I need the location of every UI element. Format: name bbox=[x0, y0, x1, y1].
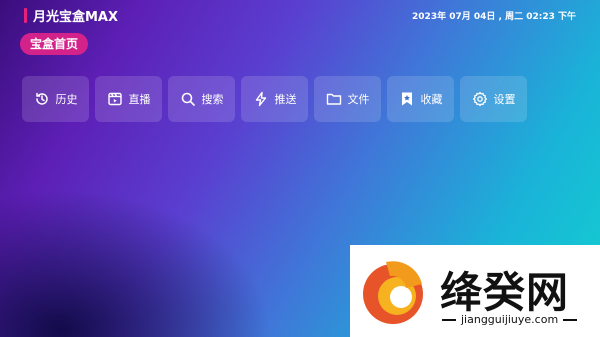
live-tv-icon bbox=[107, 91, 123, 107]
search-icon bbox=[180, 91, 196, 107]
top-bar: 月光宝盒MAX 2023年 07月 04日 , 周二 02:23 下午 bbox=[0, 0, 600, 30]
gear-icon bbox=[472, 91, 488, 107]
menu-item-label: 推送 bbox=[274, 93, 297, 106]
menu-item-label: 搜索 bbox=[201, 93, 224, 106]
watermark-title: 绛癸网 bbox=[440, 268, 570, 317]
watermark-url-text: jiangguijiuye.com bbox=[461, 313, 559, 326]
menu-item-label: 直播 bbox=[128, 93, 151, 106]
bookmark-star-icon bbox=[399, 91, 415, 107]
datetime-label: 2023年 07月 04日 , 周二 02:23 下午 bbox=[412, 12, 576, 22]
watermark-logo bbox=[363, 261, 423, 324]
menu-item-files[interactable]: 文件 bbox=[314, 76, 381, 122]
menu-item-label: 文件 bbox=[347, 93, 370, 106]
history-icon bbox=[34, 91, 50, 107]
folder-icon bbox=[326, 91, 342, 107]
home-screen: 月光宝盒MAX 2023年 07月 04日 , 周二 02:23 下午 宝盒首页… bbox=[0, 0, 600, 337]
menu-item-settings[interactable]: 设置 bbox=[460, 76, 527, 122]
menu-item-label: 历史 bbox=[55, 93, 78, 106]
watermark: 绛癸网 jiangguijiuye.com bbox=[350, 245, 600, 337]
watermark-url: jiangguijiuye.com bbox=[442, 313, 592, 326]
divider bbox=[442, 318, 456, 321]
lightning-icon bbox=[253, 91, 269, 107]
menu-item-label: 设置 bbox=[493, 93, 516, 106]
menu-item-live[interactable]: 直播 bbox=[95, 76, 162, 122]
home-section-tab[interactable]: 宝盒首页 bbox=[20, 33, 89, 55]
menu-item-label: 收藏 bbox=[420, 93, 443, 106]
title-accent-bar bbox=[24, 8, 27, 23]
app-title: 月光宝盒MAX bbox=[33, 10, 119, 25]
divider bbox=[563, 318, 578, 321]
menu-item-history[interactable]: 历史 bbox=[22, 76, 89, 122]
menu-item-search[interactable]: 搜索 bbox=[168, 76, 235, 122]
menu-item-favorites[interactable]: 收藏 bbox=[387, 76, 454, 122]
menu-item-push[interactable]: 推送 bbox=[241, 76, 308, 122]
